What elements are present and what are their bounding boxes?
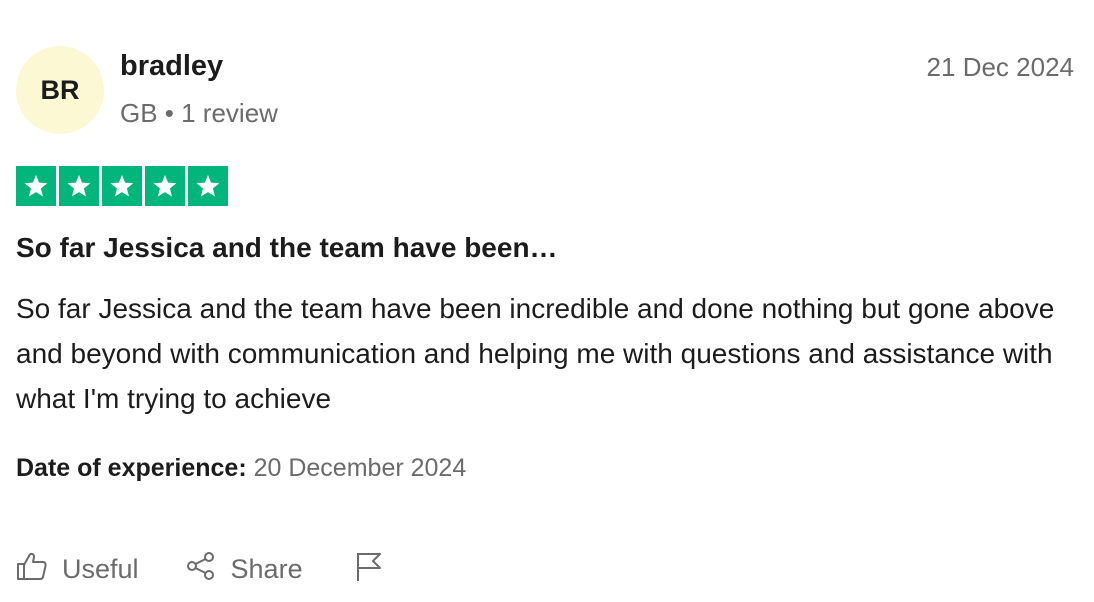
share-button[interactable]: Share: [185, 550, 303, 589]
star-icon: [145, 166, 185, 206]
experience-label: Date of experience:: [16, 454, 247, 482]
share-label: Share: [230, 554, 303, 584]
avatar-initials: BR: [40, 74, 80, 105]
report-button[interactable]: [353, 550, 385, 589]
star-icon: [102, 166, 142, 206]
star-icon: [16, 166, 56, 206]
review-body: So far Jessica and the team have been in…: [16, 293, 1055, 414]
review-title[interactable]: So far Jessica and the team have been…: [16, 232, 558, 264]
review-date: 21 Dec 2024: [926, 52, 1074, 82]
thumbs-up-icon: [16, 550, 48, 589]
reviewer-meta: GB • 1 review: [120, 98, 278, 128]
reviewer-name[interactable]: bradley: [120, 50, 223, 83]
flag-icon: [353, 550, 385, 589]
useful-label: Useful: [62, 554, 139, 584]
avatar: BR: [16, 46, 104, 134]
date-of-experience: Date of experience: 20 December 2024: [16, 454, 466, 483]
star-icon: [59, 166, 99, 206]
review-actions: Useful Share: [16, 550, 385, 589]
star-rating: [16, 166, 228, 206]
share-icon: [185, 550, 217, 589]
experience-value: 20 December 2024: [253, 454, 467, 482]
useful-button[interactable]: Useful: [16, 550, 139, 589]
star-icon: [188, 166, 228, 206]
